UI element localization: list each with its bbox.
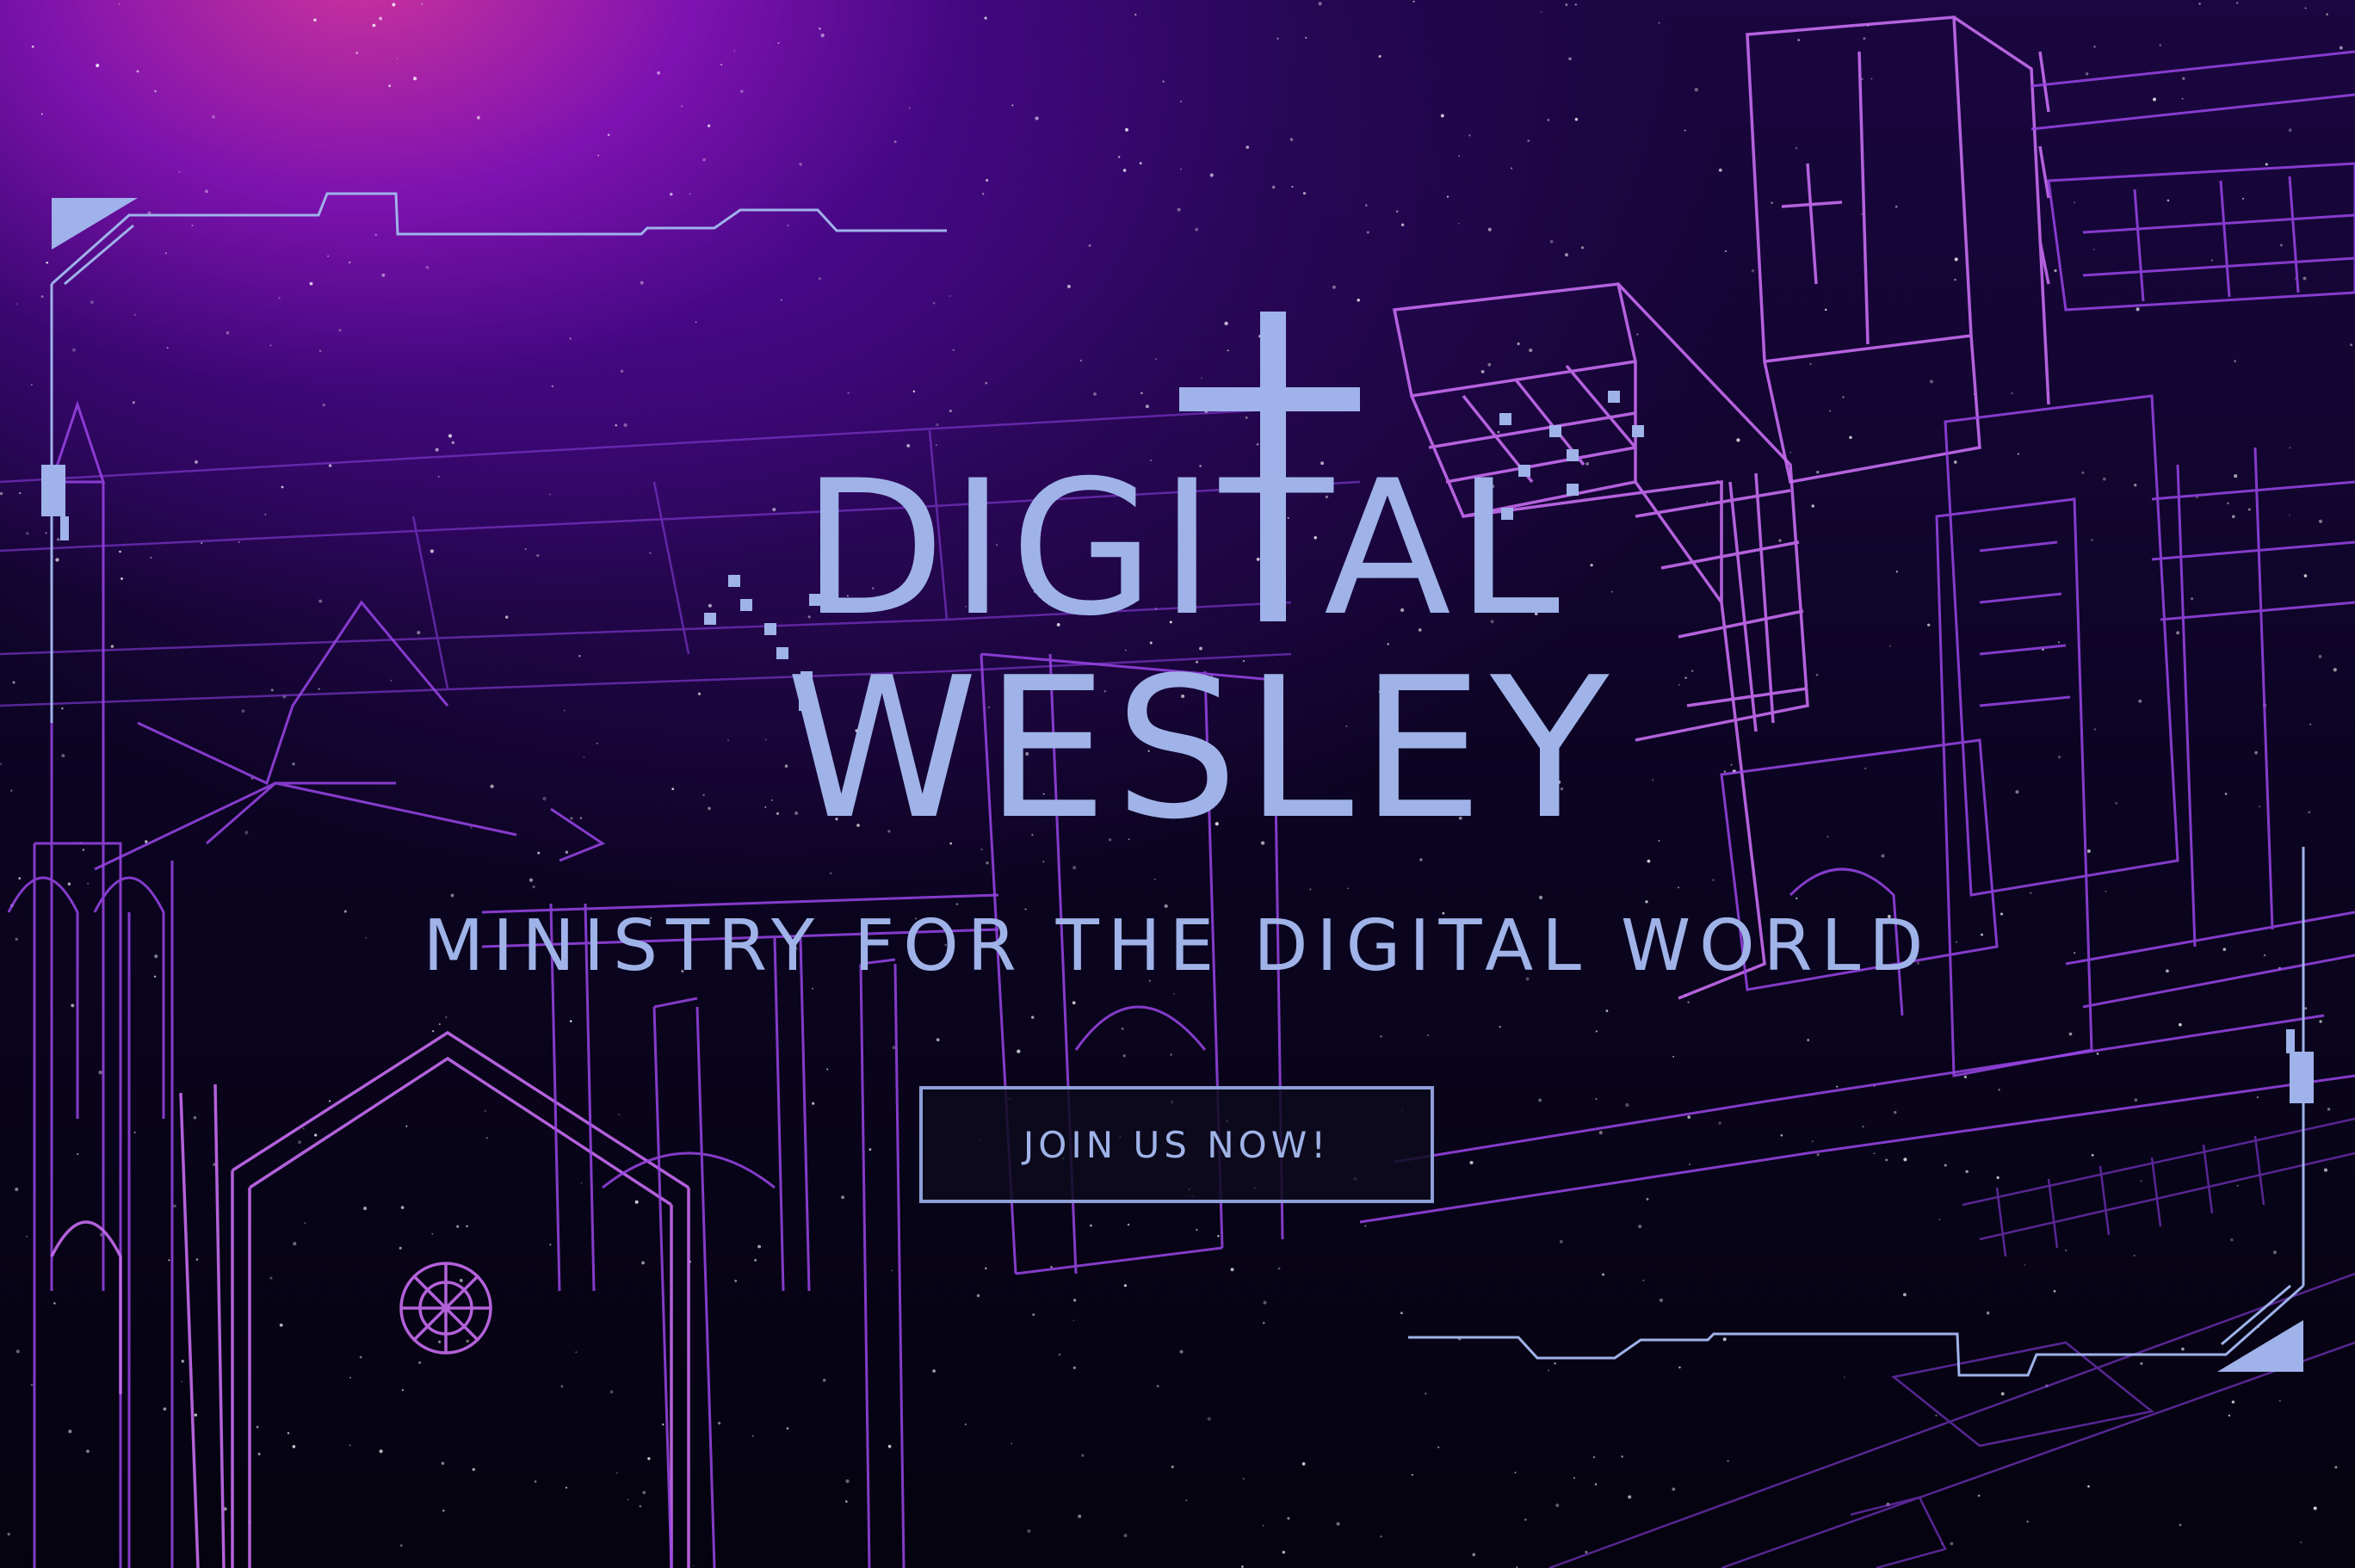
- digital-wesley-logo: DIGITAL WESLEY: [704, 312, 1644, 862]
- join-us-button-label: JOIN US NOW!: [1023, 1123, 1331, 1166]
- logo-line-1: DIGITAL: [802, 441, 1565, 657]
- logo-line-2: WESLEY: [786, 636, 1616, 862]
- hero-section: DIGITAL WESLEY MINISTRY FOR THE DIGITAL …: [0, 0, 2355, 1568]
- tagline: MINISTRY FOR THE DIGITAL WORLD: [423, 905, 1932, 987]
- join-us-button[interactable]: JOIN US NOW!: [919, 1086, 1434, 1203]
